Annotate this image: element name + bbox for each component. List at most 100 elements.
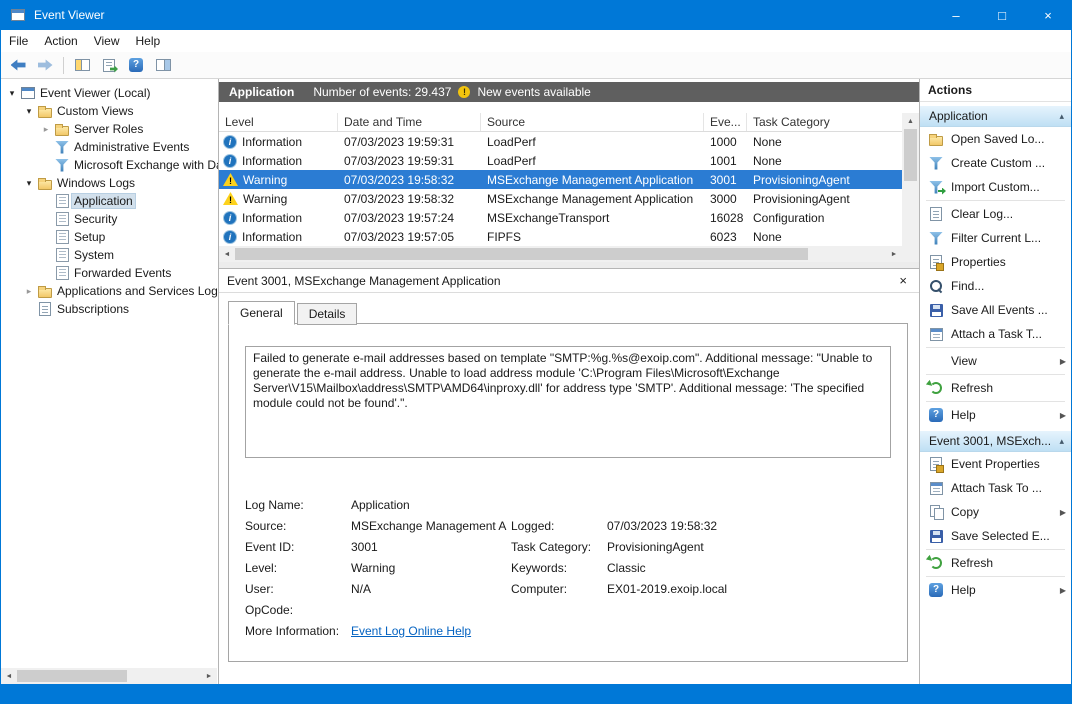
column-task-category[interactable]: Task Category <box>747 113 902 131</box>
export-list-button[interactable] <box>97 54 121 77</box>
save-icon <box>927 528 945 544</box>
scroll-up-button[interactable]: ▲ <box>902 113 919 129</box>
action-clear-log[interactable]: Clear Log... <box>920 202 1071 226</box>
tree-item-event-viewer-local[interactable]: ▾ Event Viewer (Local) <box>1 84 218 102</box>
minimize-button[interactable]: – <box>933 0 979 30</box>
scroll-thumb[interactable] <box>17 670 127 682</box>
tree-item-server-roles[interactable]: ▸ Server Roles <box>1 120 218 138</box>
action-properties[interactable]: Properties <box>920 250 1071 274</box>
action-attach-task-to-event[interactable]: Attach Task To ... <box>920 476 1071 500</box>
field-value: 07/03/2023 19:58:32 <box>607 519 899 533</box>
action-refresh-event[interactable]: Refresh <box>920 551 1071 575</box>
level-text: Information <box>242 135 302 149</box>
results-pane: Application Number of events: 29.437 ! N… <box>219 79 919 684</box>
action-find[interactable]: Find... <box>920 274 1071 298</box>
scroll-left-button[interactable]: ◄ <box>1 668 17 684</box>
scroll-left-button[interactable]: ◄ <box>219 246 235 262</box>
menu-help[interactable]: Help <box>128 30 169 52</box>
scroll-right-button[interactable]: ► <box>886 246 902 262</box>
tree-item-setup[interactable]: Setup <box>1 228 218 246</box>
tree-item-applications-services-logs[interactable]: ▸ Applications and Services Logs <box>1 282 218 300</box>
maximize-button[interactable]: □ <box>979 0 1025 30</box>
scroll-track[interactable] <box>17 668 201 684</box>
tree-item-windows-logs[interactable]: ▾ Windows Logs <box>1 174 218 192</box>
event-log-online-help-link[interactable]: Event Log Online Help <box>351 624 471 638</box>
chevron-expanded-icon[interactable]: ▾ <box>22 178 36 189</box>
tree-horizontal-scrollbar[interactable]: ◄ ► <box>1 668 217 684</box>
forward-button[interactable] <box>33 54 57 77</box>
chevron-expanded-icon[interactable]: ▾ <box>22 106 36 117</box>
event-row[interactable]: iInformation 07/03/2023 19:59:31 LoadPer… <box>219 132 902 151</box>
scroll-thumb[interactable] <box>235 248 808 260</box>
toolbar-separator <box>63 57 64 74</box>
information-icon: i <box>223 211 237 225</box>
chevron-expanded-icon[interactable]: ▾ <box>5 88 19 99</box>
event-row[interactable]: iInformation 07/03/2023 19:59:31 LoadPer… <box>219 151 902 170</box>
list-horizontal-scrollbar[interactable]: ◄ ► <box>219 246 902 262</box>
action-import-custom-view[interactable]: Import Custom... <box>920 175 1071 199</box>
tree-item-security[interactable]: Security <box>1 210 218 228</box>
actions-section-application[interactable]: Application ▴ <box>920 105 1071 127</box>
back-button[interactable] <box>6 54 30 77</box>
action-save-all-events[interactable]: Save All Events ... <box>920 298 1071 322</box>
column-event-id[interactable]: Eve... <box>704 113 747 131</box>
action-label: Find... <box>951 279 984 293</box>
tree-item-subscriptions[interactable]: Subscriptions <box>1 300 218 318</box>
scroll-track[interactable] <box>235 246 886 262</box>
datetime-text: 07/03/2023 19:59:31 <box>338 154 481 168</box>
column-source[interactable]: Source <box>481 113 704 131</box>
event-row-selected[interactable]: !Warning 07/03/2023 19:58:32 MSExchange … <box>219 170 902 189</box>
help-toolbar-button[interactable]: ? <box>124 54 148 77</box>
close-button[interactable]: × <box>1025 0 1071 30</box>
menu-action[interactable]: Action <box>36 30 85 52</box>
action-view[interactable]: View ▶ <box>920 349 1071 373</box>
menu-file[interactable]: File <box>1 30 36 52</box>
tree-item-application[interactable]: Application <box>1 192 218 210</box>
action-help[interactable]: ? Help ▶ <box>920 403 1071 427</box>
actions-separator <box>920 400 1071 403</box>
back-arrow-icon <box>11 59 26 72</box>
details-tabs: General Details <box>228 303 359 325</box>
action-refresh[interactable]: Refresh <box>920 376 1071 400</box>
tree-item-forwarded-events[interactable]: Forwarded Events <box>1 264 218 282</box>
column-date-time[interactable]: Date and Time <box>338 113 481 131</box>
scroll-track[interactable] <box>902 129 919 246</box>
action-save-selected-events[interactable]: Save Selected E... <box>920 524 1071 548</box>
tab-details[interactable]: Details <box>297 303 358 325</box>
filter-icon <box>927 230 945 246</box>
column-level[interactable]: Level <box>219 113 338 131</box>
actions-section-event[interactable]: Event 3001, MSExch... ▴ <box>920 430 1071 452</box>
collapse-icon[interactable]: ▴ <box>1059 436 1064 447</box>
general-tab-page: Failed to generate e-mail addresses base… <box>228 323 908 662</box>
show-action-pane-button[interactable] <box>151 54 175 77</box>
task-category-text: ProvisioningAgent <box>747 192 902 206</box>
list-vertical-scrollbar[interactable]: ▲ ▼ <box>902 113 919 262</box>
show-console-tree-button[interactable] <box>70 54 94 77</box>
tree-item-administrative-events[interactable]: Administrative Events <box>1 138 218 156</box>
action-create-custom-view[interactable]: Create Custom ... <box>920 151 1071 175</box>
event-row[interactable]: iInformation 07/03/2023 19:57:24 MSExcha… <box>219 208 902 227</box>
tree-item-microsoft-exchange[interactable]: Microsoft Exchange with Da <box>1 156 218 174</box>
action-event-properties[interactable]: Event Properties <box>920 452 1071 476</box>
chevron-collapsed-icon[interactable]: ▸ <box>39 124 53 135</box>
event-row[interactable]: !Warning 07/03/2023 19:58:32 MSExchange … <box>219 189 902 208</box>
event-row[interactable]: iInformation 07/03/2023 19:57:05 FIPFS 6… <box>219 227 902 246</box>
tab-general[interactable]: General <box>228 301 295 325</box>
action-help-event[interactable]: ? Help ▶ <box>920 578 1071 602</box>
action-copy[interactable]: Copy ▶ <box>920 500 1071 524</box>
toolbar: ? <box>1 52 1071 79</box>
collapse-icon[interactable]: ▴ <box>1059 111 1064 122</box>
forward-arrow-icon <box>38 59 53 72</box>
scroll-right-button[interactable]: ► <box>201 668 217 684</box>
action-filter-current-log[interactable]: Filter Current L... <box>920 226 1071 250</box>
scroll-thumb[interactable] <box>904 129 917 181</box>
tree-item-custom-views[interactable]: ▾ Custom Views <box>1 102 218 120</box>
tree-item-label: Event Viewer (Local) <box>37 85 154 101</box>
tree-item-system[interactable]: System <box>1 246 218 264</box>
action-open-saved-log[interactable]: Open Saved Lo... <box>920 127 1071 151</box>
action-attach-task[interactable]: Attach a Task T... <box>920 322 1071 346</box>
chevron-collapsed-icon[interactable]: ▸ <box>22 286 36 297</box>
menu-view[interactable]: View <box>86 30 128 52</box>
event-log-icon <box>53 193 71 209</box>
details-close-icon[interactable]: × <box>895 273 911 288</box>
